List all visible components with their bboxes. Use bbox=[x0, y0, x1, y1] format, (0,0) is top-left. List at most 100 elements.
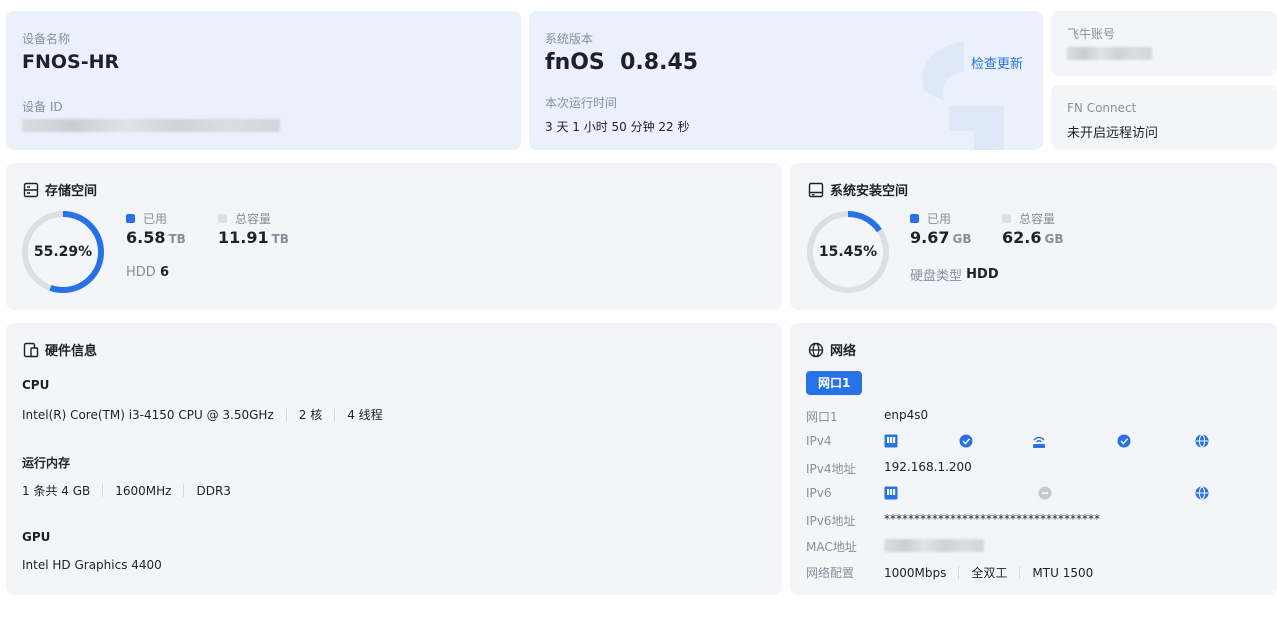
fnos-watermark-icon bbox=[922, 41, 1004, 150]
router-icon bbox=[1033, 436, 1045, 448]
storage-percent: 55.29% bbox=[33, 244, 93, 260]
gpu-model: Intel HD Graphics 4400 bbox=[22, 558, 162, 572]
network-title: 网络 bbox=[808, 340, 856, 359]
ipv6-address: ************************************ bbox=[884, 512, 1100, 526]
cpu-cores: 2 核 bbox=[298, 408, 323, 422]
total-swatch bbox=[218, 214, 227, 223]
cpu-threads: 4 线程 bbox=[347, 408, 383, 422]
link-speed: 1000Mbps bbox=[884, 565, 947, 580]
account-redacted bbox=[1067, 47, 1152, 60]
used-number: 6.58 bbox=[126, 228, 166, 247]
disk-count: 6 bbox=[159, 265, 169, 280]
sys-used-legend: 已用 bbox=[910, 210, 951, 227]
memory-label: 运行内存 bbox=[22, 456, 71, 470]
mtu: MTU 1500 bbox=[1032, 565, 1094, 580]
used-label: 已用 bbox=[143, 212, 168, 226]
sys-total-legend: 总容量 bbox=[1002, 210, 1055, 227]
used-swatch bbox=[910, 214, 919, 223]
ipv4-label: IPv4 bbox=[806, 434, 832, 448]
ipv6-address-label: IPv6地址 bbox=[806, 514, 856, 528]
hardware-title: 硬件信息 bbox=[23, 340, 97, 359]
fn-connect-card[interactable]: FN Connect 未开启远程访问 bbox=[1051, 85, 1277, 150]
check-update-link[interactable]: 检查更新 bbox=[971, 53, 1023, 72]
fn-connect-label: FN Connect bbox=[1067, 101, 1137, 115]
check-icon bbox=[959, 434, 973, 448]
used-label: 已用 bbox=[927, 212, 952, 226]
storage-title: 存储空间 bbox=[23, 180, 97, 199]
memory-frequency: 1600MHz bbox=[115, 483, 172, 498]
storage-disk-info: HDD 6 bbox=[126, 265, 169, 280]
disk-type: HDD bbox=[966, 267, 999, 282]
system-card: 系统版本 fnOS 0.8.45 检查更新 本次运行时间 3 天 1 小时 50… bbox=[529, 11, 1043, 150]
uptime-value: 3 天 1 小时 50 分钟 22 秒 bbox=[545, 120, 690, 134]
disconnected-icon bbox=[1038, 486, 1052, 500]
sys-disk-info: 硬盘类型 HDD bbox=[910, 265, 999, 284]
internet-globe-icon bbox=[1195, 434, 1209, 448]
storage-total-legend: 总容量 bbox=[218, 210, 271, 227]
ipv4-connection-status bbox=[884, 434, 1209, 448]
cpu-model: Intel(R) Core(TM) i3-4150 CPU @ 3.50GHz bbox=[22, 407, 274, 422]
divider bbox=[958, 566, 960, 579]
memory-size: 1 条共 4 GB bbox=[22, 484, 91, 498]
disk-type-label: HDD bbox=[126, 265, 156, 280]
total-unit: GB bbox=[1044, 232, 1064, 246]
duplex-mode: 全双工 bbox=[971, 566, 1008, 580]
divider bbox=[334, 408, 336, 421]
os-name: fnOS bbox=[545, 50, 605, 75]
account-card: 飞牛账号 bbox=[1051, 11, 1277, 76]
network-config: 1000Mbps 全双工 MTU 1500 bbox=[884, 564, 1093, 581]
sys-used-value: 9.67 GB bbox=[910, 228, 971, 247]
internet-globe-icon bbox=[1195, 486, 1209, 500]
device-name-label: 设备名称 bbox=[22, 32, 71, 46]
network-card: 网络 网口1 网口1 enp4s0 IPv4 IPv4地址 192.168.1.… bbox=[790, 323, 1277, 595]
port-value: enp4s0 bbox=[884, 408, 929, 422]
port-label: 网口1 bbox=[806, 410, 838, 424]
ipv6-connection-status bbox=[884, 486, 1209, 500]
system-version-label: 系统版本 bbox=[545, 32, 594, 46]
storage-used-value: 6.58 TB bbox=[126, 228, 186, 247]
check-icon bbox=[1117, 434, 1131, 448]
storage-card: 存储空间 55.29% 已用 6.58 TB 总容量 11.91 TB HDD 6 bbox=[6, 163, 782, 310]
device-name: FNOS-HR bbox=[22, 51, 120, 73]
total-number: 11.91 bbox=[218, 228, 269, 247]
storage-used-legend: 已用 bbox=[126, 210, 167, 227]
nic-icon bbox=[884, 486, 898, 500]
ipv4-address-label: IPv4地址 bbox=[806, 462, 856, 476]
storage-icon bbox=[23, 182, 39, 197]
device-card: 设备名称 FNOS-HR 设备 ID bbox=[6, 11, 521, 150]
total-label: 总容量 bbox=[235, 212, 272, 226]
device-id-label: 设备 ID bbox=[22, 100, 63, 114]
mac-address-label: MAC地址 bbox=[806, 540, 857, 554]
globe-icon bbox=[808, 342, 824, 357]
total-swatch bbox=[1002, 214, 1011, 223]
used-number: 9.67 bbox=[910, 228, 950, 247]
uptime-label: 本次运行时间 bbox=[545, 96, 618, 110]
device-id-redacted bbox=[22, 119, 280, 132]
tab-port-1[interactable]: 网口1 bbox=[806, 371, 863, 395]
ipv4-address: 192.168.1.200 bbox=[884, 460, 972, 474]
device-icon bbox=[23, 342, 39, 357]
sys-storage-percent: 15.45% bbox=[818, 244, 878, 260]
network-title-text: 网络 bbox=[830, 344, 857, 359]
hard-disk-icon bbox=[808, 182, 824, 197]
total-unit: TB bbox=[271, 232, 289, 246]
cpu-label: CPU bbox=[22, 378, 50, 392]
sys-total-value: 62.6 GB bbox=[1002, 228, 1063, 247]
divider bbox=[285, 408, 287, 421]
memory-info: 1 条共 4 GB 1600MHz DDR3 bbox=[22, 482, 231, 499]
sys-storage-card: 系统安装空间 15.45% 已用 9.67 GB 总容量 62.6 GB 硬盘类型 … bbox=[790, 163, 1277, 310]
os-version: 0.8.45 bbox=[620, 50, 699, 75]
divider bbox=[183, 484, 185, 497]
used-unit: GB bbox=[952, 232, 972, 246]
hardware-card: 硬件信息 CPU Intel(R) Core(TM) i3-4150 CPU @… bbox=[6, 323, 782, 595]
total-label: 总容量 bbox=[1019, 212, 1056, 226]
mac-address-redacted bbox=[884, 539, 984, 552]
storage-title-text: 存储空间 bbox=[45, 184, 98, 199]
disk-type-label: 硬盘类型 bbox=[910, 269, 963, 284]
nic-icon bbox=[884, 434, 898, 448]
memory-type: DDR3 bbox=[196, 483, 231, 498]
total-number: 62.6 bbox=[1002, 228, 1042, 247]
sys-storage-title-text: 系统安装空间 bbox=[830, 184, 909, 199]
used-unit: TB bbox=[168, 232, 186, 246]
divider bbox=[1019, 566, 1021, 579]
